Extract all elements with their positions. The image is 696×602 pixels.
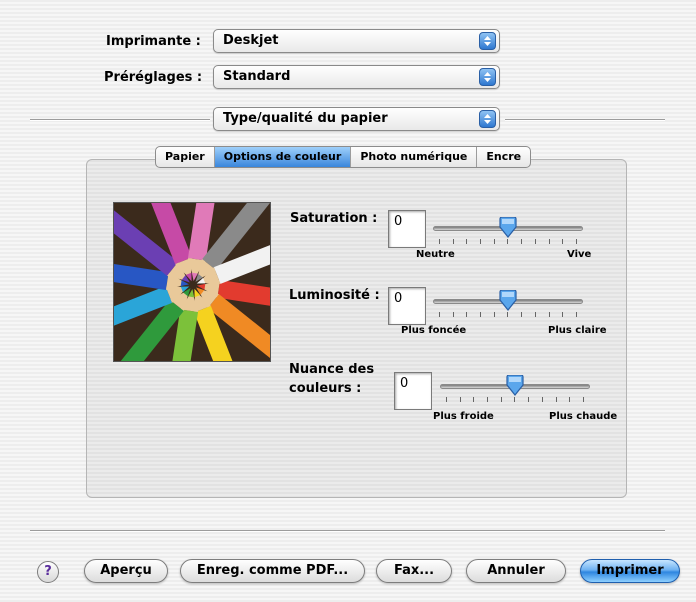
separator-left — [30, 119, 210, 120]
printer-popup[interactable]: Deskjet — [213, 29, 500, 53]
saturation-max-label: Vive — [567, 249, 592, 260]
hue-input[interactable]: 0 — [394, 372, 432, 410]
presets-popup[interactable]: Standard — [213, 65, 500, 89]
save-pdf-button[interactable]: Enreg. comme PDF... — [180, 559, 365, 583]
slider-thumb[interactable] — [498, 217, 518, 239]
hue-max-label: Plus chaude — [549, 411, 618, 422]
hue-label-line1: Nuance des — [289, 362, 375, 377]
bottom-separator — [30, 530, 665, 531]
printer-label: Imprimante : — [106, 34, 201, 49]
saturation-label: Saturation : — [290, 211, 378, 226]
preview-button[interactable]: Aperçu — [84, 559, 168, 583]
brightness-max-label: Plus claire — [548, 325, 607, 336]
tab-bar: Papier Options de couleur Photo numériqu… — [155, 146, 532, 168]
saturation-input[interactable]: 0 — [388, 210, 426, 248]
tab-paper[interactable]: Papier — [156, 147, 215, 167]
hue-slider[interactable] — [440, 375, 590, 405]
popup-arrows-icon — [479, 68, 496, 86]
hue-min-label: Plus froide — [433, 411, 494, 422]
color-preview-image — [113, 202, 271, 362]
separator-right — [505, 119, 665, 120]
fax-button[interactable]: Fax... — [376, 559, 452, 583]
cancel-button[interactable]: Annuler — [466, 559, 566, 583]
panel-value: Type/qualité du papier — [223, 111, 388, 126]
brightness-slider[interactable] — [433, 290, 583, 320]
print-button[interactable]: Imprimer — [580, 559, 680, 583]
tab-color-options[interactable]: Options de couleur — [214, 147, 352, 167]
help-icon: ? — [44, 564, 52, 579]
presets-label: Préréglages : — [104, 70, 203, 85]
brightness-input[interactable]: 0 — [388, 287, 426, 325]
help-button[interactable]: ? — [37, 561, 59, 583]
hue-label-line2: couleurs : — [289, 381, 362, 396]
slider-ticks — [439, 239, 577, 245]
tab-digital-photo[interactable]: Photo numérique — [351, 147, 478, 167]
brightness-label: Luminosité : — [289, 288, 380, 303]
slider-thumb[interactable] — [498, 290, 518, 312]
popup-arrows-icon — [479, 32, 496, 50]
slider-thumb[interactable] — [505, 375, 525, 397]
saturation-slider[interactable] — [433, 217, 583, 247]
printer-value: Deskjet — [223, 33, 279, 48]
slider-ticks — [439, 312, 577, 318]
presets-value: Standard — [223, 69, 291, 84]
brightness-min-label: Plus foncée — [401, 325, 467, 336]
slider-ticks — [446, 397, 584, 403]
saturation-min-label: Neutre — [416, 249, 455, 260]
tab-ink[interactable]: Encre — [477, 147, 530, 167]
panel-popup[interactable]: Type/qualité du papier — [213, 107, 500, 131]
popup-arrows-icon — [479, 110, 496, 128]
